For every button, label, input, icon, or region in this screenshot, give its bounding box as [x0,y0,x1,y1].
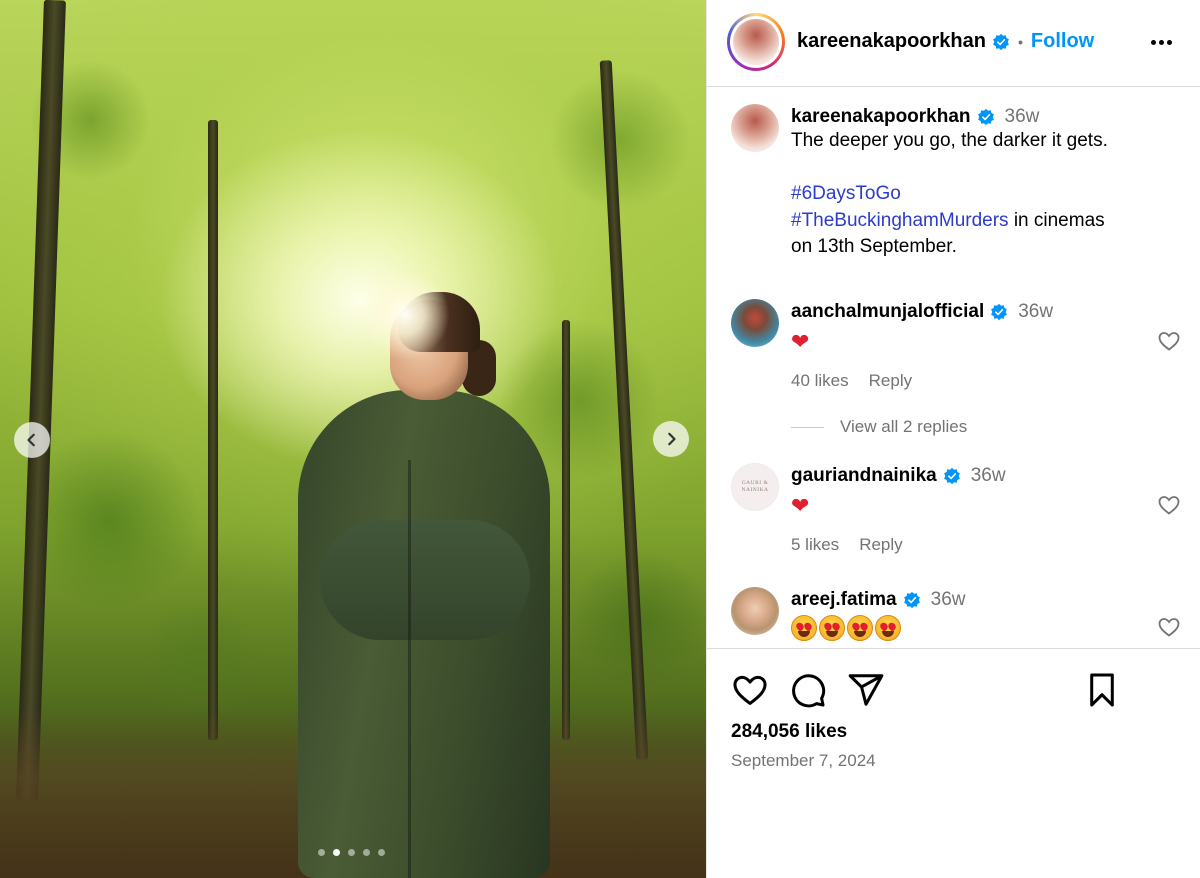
verified-icon [993,33,1009,50]
brand-logo-text: GAURI & NAINIKA [741,479,769,493]
caption-username[interactable]: kareenakapoorkhan [791,106,971,128]
more-icon [1150,39,1156,45]
comment-time[interactable]: 36w [931,589,966,611]
heart-eyes-emoji [791,615,817,641]
carousel-dot-active [333,849,340,856]
caption-time[interactable]: 36w [1005,106,1040,128]
carousel-dot [363,849,370,856]
comment-item: GAURI & NAINIKA gauriandnainika 36w ❤ 5 … [731,463,1181,563]
post-date[interactable]: September 7, 2024 [731,751,876,771]
verified-icon [977,108,994,126]
carousel-indicator [318,849,385,856]
post-caption: kareenakapoorkhan 36w The deeper you go,… [731,104,1181,274]
comment-like-button[interactable] [1157,615,1181,639]
post-panel: kareenakapoorkhan • Follow kareenakapoor… [706,0,1200,878]
comment-user-line: areej.fatima 36w [791,589,1181,611]
comment-username[interactable]: gauriandnainika [791,465,937,487]
more-icon-dot [1158,39,1164,45]
comment-user-line: gauriandnainika 36w [791,465,1181,487]
hashtag-link[interactable]: #TheBuckinghamMurders [791,210,1009,231]
heart-eyes-emoji [847,615,873,641]
comment-like-button[interactable] [1157,493,1181,517]
coat-seam [408,460,411,878]
carousel-dot [378,849,385,856]
view-replies-button[interactable]: View all 2 replies [791,417,967,437]
replies-divider [791,426,824,428]
heart-eyes-emoji [875,615,901,641]
more-icon-dot [1166,39,1172,45]
comment-emojis [791,615,1181,641]
header-user-line: kareenakapoorkhan • Follow [797,30,1094,53]
heart-icon[interactable] [731,671,769,709]
comment-reply-button[interactable]: Reply [859,535,902,555]
heart-eyes-emoji [819,615,845,641]
tree-trunk [562,320,570,740]
comments-section[interactable]: kareenakapoorkhan 36w The deeper you go,… [707,88,1200,648]
hashtag-link[interactable]: #6DaysToGo [791,183,901,204]
previous-slide-button[interactable] [14,422,50,458]
post-header: kareenakapoorkhan • Follow [707,0,1200,87]
carousel-dot [318,849,325,856]
post-likes-count[interactable]: 284,056 likes [731,721,847,743]
caption-line: The deeper you go, the darker it gets. [791,130,1108,151]
commenter-avatar[interactable]: GAURI & NAINIKA [731,463,779,511]
bookmark-icon[interactable] [1083,671,1121,709]
chevron-left-icon [27,433,35,447]
more-options-button[interactable] [1147,30,1175,54]
author-avatar-image [733,19,779,65]
view-replies-label: View all 2 replies [840,417,968,436]
carousel-dot [348,849,355,856]
commenter-avatar[interactable] [731,587,779,635]
comment-username[interactable]: aanchalmunjalofficial [791,301,984,323]
author-avatar[interactable] [727,13,785,71]
share-icon[interactable] [847,671,885,709]
header-username[interactable]: kareenakapoorkhan [797,30,986,53]
comment-content: areej.fatima 36w [791,589,1181,641]
comment-like-button[interactable] [1157,329,1181,353]
comment-icon[interactable] [789,671,827,709]
comment-content: aanchalmunjalofficial 36w ❤ 40 likes Rep… [791,301,1181,391]
post-image[interactable] [0,0,706,878]
comment-user-line: aanchalmunjalofficial 36w [791,301,1181,323]
comment-time[interactable]: 36w [971,465,1006,487]
next-slide-button[interactable] [653,421,689,457]
comment-text: ❤ [791,329,810,354]
follow-button[interactable]: Follow [1031,30,1094,53]
comment-content: gauriandnainika 36w ❤ 5 likes Reply [791,465,1181,555]
comment-likes-count[interactable]: 5 likes [791,535,839,555]
sun-flare [360,270,450,360]
comment-meta: 5 likes Reply [791,535,1181,555]
caption-line: on 13th September. [791,236,957,257]
caption-text: The deeper you go, the darker it gets. #… [791,128,1181,261]
comment-username[interactable]: areej.fatima [791,589,897,611]
comment-meta: 40 likes Reply [791,371,1181,391]
commenter-avatar[interactable] [731,299,779,347]
caption-user-line: kareenakapoorkhan 36w [791,106,1181,128]
person-arms [320,520,530,640]
tree-trunk [208,120,218,740]
post-actions: 284,056 likes September 7, 2024 [707,648,1200,878]
caption-content: kareenakapoorkhan 36w The deeper you go,… [791,106,1181,261]
caption-line: in cinemas [1008,209,1105,231]
header-separator: • [1017,33,1023,50]
caption-author-avatar[interactable] [731,104,779,152]
chevron-right-icon [668,432,676,446]
comment-time[interactable]: 36w [1018,301,1053,323]
verified-icon [991,303,1008,321]
comment-item: aanchalmunjalofficial 36w ❤ 40 likes Rep… [731,299,1181,399]
verified-icon [943,467,960,485]
verified-icon [903,591,920,609]
comment-likes-count[interactable]: 40 likes [791,371,849,391]
comment-text: ❤ [791,493,810,518]
comment-reply-button[interactable]: Reply [869,371,912,391]
comment-item: areej.fatima 36w [731,587,1181,648]
